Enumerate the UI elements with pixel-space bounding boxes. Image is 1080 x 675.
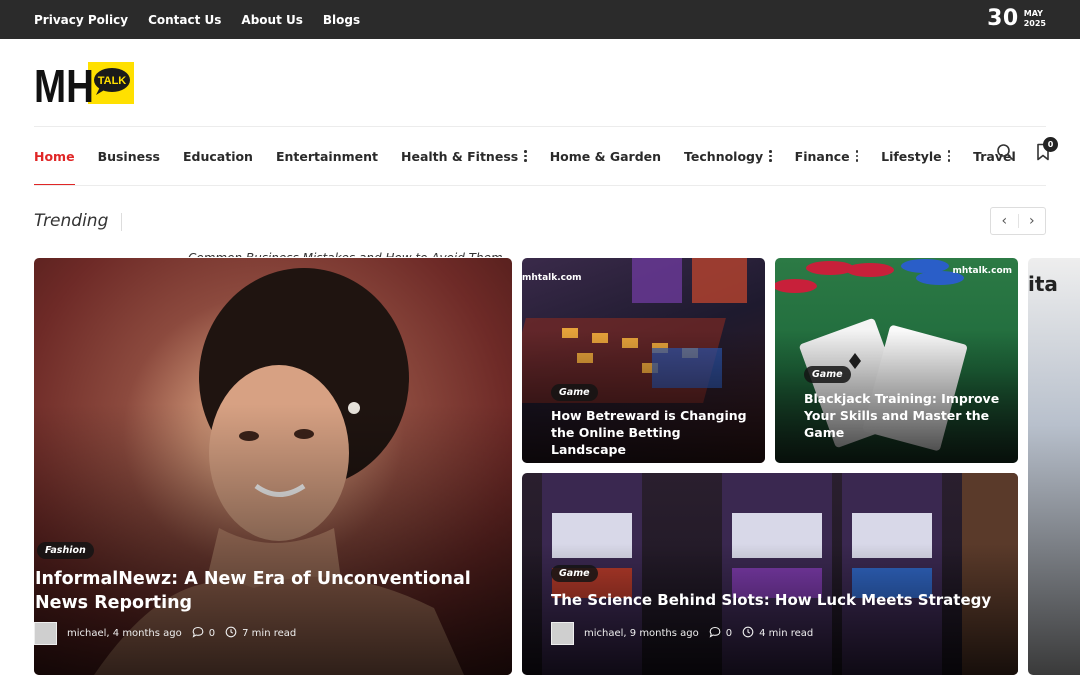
search-icon[interactable]	[996, 143, 1014, 165]
featured-card-betreward[interactable]: mhtalk.com Game How Betreward is Changin…	[522, 258, 765, 463]
nav-item-education[interactable]: Education	[183, 127, 253, 185]
card-title[interactable]: Blackjack Training: Improve Your Skills …	[804, 391, 1004, 442]
blogs-link[interactable]: Blogs	[323, 13, 360, 27]
nav-item-home-garden[interactable]: Home & Garden	[550, 127, 661, 185]
more-dots-icon	[769, 150, 772, 162]
nav-item-entertainment[interactable]: Entertainment	[276, 127, 378, 185]
card-meta: michael, 4 months ago 0 7 min read	[34, 622, 296, 645]
contact-us-link[interactable]: Contact Us	[148, 13, 221, 27]
author-time[interactable]: michael, 9 months ago	[584, 628, 699, 639]
nav-item-health-fitness[interactable]: Health & Fitness	[401, 127, 527, 185]
category-badge[interactable]: Game	[551, 384, 598, 401]
comment-icon	[709, 626, 721, 641]
top-bar: Privacy Policy Contact Us About Us Blogs…	[0, 0, 1080, 39]
read-time: 7 min read	[242, 628, 297, 639]
watermark: mhtalk.com	[952, 266, 1012, 276]
category-badge[interactable]: Game	[804, 366, 851, 383]
watermark: mhtalk.com	[522, 273, 582, 283]
more-dots-icon	[855, 150, 859, 162]
card-title[interactable]: InformalNewz: A New Era of Unconventiona…	[35, 568, 505, 615]
card-meta: michael, 9 months ago 0 4 min read	[551, 622, 813, 645]
more-dots-icon	[947, 150, 951, 162]
nav-item-lifestyle[interactable]: Lifestyle	[881, 127, 951, 185]
chevron-left-icon[interactable]: ‹	[991, 208, 1018, 234]
date-year: 2025	[1023, 18, 1046, 28]
nav-divider	[34, 185, 1046, 186]
nav-item-home[interactable]: Home	[34, 127, 75, 186]
featured-card-blackjack[interactable]: mhtalk.com Game Blackjack Training: Impr…	[775, 258, 1018, 463]
card-title[interactable]: How Betreward is Changing the Online Bet…	[551, 408, 751, 459]
read-time: 4 min read	[759, 628, 814, 639]
featured-card-slots[interactable]: Game The Science Behind Slots: How Luck …	[522, 473, 1018, 675]
trending-separator	[121, 213, 122, 231]
featured-card-main[interactable]: Fashion InformalNewz: A New Era of Uncon…	[34, 258, 512, 675]
featured-card-partial[interactable]: ita	[1028, 258, 1080, 675]
main-nav: Home Business Education Entertainment He…	[34, 127, 1039, 186]
logo-bubble-text: TALK	[98, 75, 127, 87]
comment-icon	[192, 626, 204, 641]
site-logo[interactable]: MH TALK	[34, 60, 134, 112]
about-us-link[interactable]: About Us	[241, 13, 302, 27]
comment-count[interactable]: 0	[209, 628, 215, 639]
bookmark-count-badge: 0	[1043, 137, 1058, 152]
nav-icons: 0	[996, 137, 1058, 165]
nav-item-technology[interactable]: Technology	[684, 127, 772, 185]
logo-letters: MH	[34, 60, 94, 106]
current-date: 30 MAY 2025	[987, 6, 1046, 31]
avatar[interactable]	[34, 622, 57, 645]
nav-item-business[interactable]: Business	[98, 127, 160, 185]
partial-card-text: ita	[1028, 272, 1058, 296]
category-badge[interactable]: Game	[551, 565, 598, 582]
date-day: 30	[987, 6, 1019, 31]
top-links: Privacy Policy Contact Us About Us Blogs	[34, 0, 360, 39]
card-title[interactable]: The Science Behind Slots: How Luck Meets…	[551, 590, 1011, 610]
trending-arrows: ‹ ›	[990, 207, 1046, 235]
author-time[interactable]: michael, 4 months ago	[67, 628, 182, 639]
trending-label: Trending	[34, 211, 109, 231]
privacy-policy-link[interactable]: Privacy Policy	[34, 13, 128, 27]
date-month: MAY	[1023, 8, 1043, 18]
comment-count[interactable]: 0	[726, 628, 732, 639]
more-dots-icon	[524, 150, 527, 162]
avatar[interactable]	[551, 622, 574, 645]
clock-icon	[225, 626, 237, 641]
clock-icon	[742, 626, 754, 641]
trending-ticker-text[interactable]: Common Business Mistakes and How to Avoi…	[188, 248, 503, 257]
nav-item-finance[interactable]: Finance	[795, 127, 859, 185]
bookmark-icon[interactable]: 0	[1036, 137, 1058, 165]
chevron-right-icon[interactable]: ›	[1019, 208, 1046, 234]
category-badge[interactable]: Fashion	[37, 542, 94, 559]
